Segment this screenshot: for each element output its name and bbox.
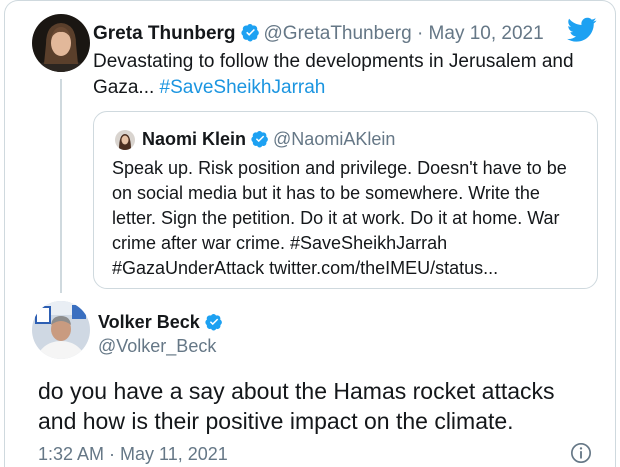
verified-badge-icon xyxy=(251,130,268,148)
naomi-avatar[interactable] xyxy=(115,130,135,150)
verified-badge-icon xyxy=(240,24,259,42)
separator-dot: · xyxy=(416,23,424,44)
quoted-author-name[interactable]: Naomi Klein xyxy=(142,129,246,149)
tweet-date[interactable]: May 10, 2021 xyxy=(429,23,544,44)
quoted-header: Naomi Klein @NaomiAKlein xyxy=(142,127,395,151)
thread-line xyxy=(60,79,62,293)
twitter-bird-icon[interactable] xyxy=(567,17,597,43)
info-icon[interactable] xyxy=(570,442,592,464)
reply-author-handle[interactable]: @Volker_Beck xyxy=(98,334,216,358)
tweet-text: Devastating to follow the developments i… xyxy=(93,49,593,101)
embedded-tweet-card[interactable]: Greta Thunberg @GretaThunberg · May 10, 2… xyxy=(4,0,616,467)
reply-timestamp[interactable]: 1:32 AM · May 11, 2021 xyxy=(38,442,228,466)
quoted-tweet[interactable]: Naomi Klein @NaomiAKlein Speak up. Risk p… xyxy=(93,111,598,289)
quoted-text: Speak up. Risk position and privilege. D… xyxy=(112,158,567,278)
hashtag-link[interactable]: #SaveSheikhJarrah xyxy=(160,77,326,98)
tweet-header: Greta Thunberg @GretaThunberg · May 10, 2… xyxy=(93,22,544,46)
reply-author-name[interactable]: Volker Beck xyxy=(98,312,200,332)
quoted-author-handle[interactable]: @NaomiAKlein xyxy=(273,129,395,149)
reply-header: Volker Beck xyxy=(98,310,227,334)
greta-avatar[interactable] xyxy=(32,14,90,72)
author-name[interactable]: Greta Thunberg xyxy=(93,23,236,44)
author-handle[interactable]: @GretaThunberg xyxy=(264,23,412,44)
verified-badge-icon xyxy=(205,313,222,331)
volker-avatar[interactable] xyxy=(32,301,90,359)
reply-text: do you have a say about the Hamas rocket… xyxy=(38,378,555,434)
